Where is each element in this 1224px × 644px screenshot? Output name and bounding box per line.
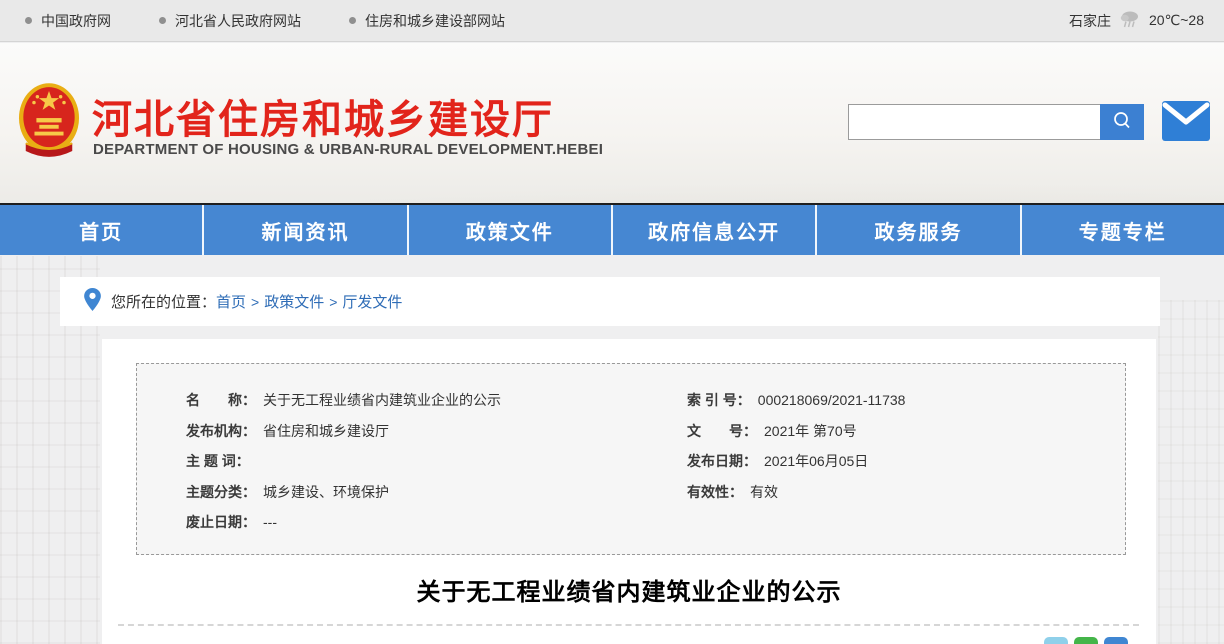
meta-value: 000218069/2021-11738 (758, 392, 906, 408)
document-card: 名 称： 关于无工程业绩省内建筑业企业的公示 发布机构： 省住房和城乡建设厅 主… (102, 339, 1156, 644)
topbar: 中国政府网 河北省人民政府网站 住房和城乡建设部网站 石家庄 (0, 0, 1224, 42)
document-meta-box: 名 称： 关于无工程业绩省内建筑业企业的公示 发布机构： 省住房和城乡建设厅 主… (136, 363, 1126, 555)
mail-icon (1162, 128, 1210, 145)
meta-column-right: 索 引 号： 000218069/2021-11738 文 号： 2021年 第… (687, 385, 905, 507)
wechat-icon[interactable] (1074, 637, 1098, 644)
weather-icon (1119, 9, 1141, 32)
meta-value: 2021年06月05日 (764, 451, 868, 471)
dashed-divider (118, 624, 1139, 626)
breadcrumb-link-home[interactable]: 首页 (216, 291, 246, 312)
topbar-links: 中国政府网 河北省人民政府网站 住房和城乡建设部网站 (0, 11, 505, 31)
link-mohurd[interactable]: 住房和城乡建设部网站 (349, 11, 505, 31)
link-hebei-gov[interactable]: 河北省人民政府网站 (159, 11, 301, 31)
nav-item-special[interactable]: 专题专栏 (1022, 205, 1224, 255)
breadcrumb: 您所在的位置： 首页 > 政策文件 > 厅发文件 (60, 277, 1160, 326)
meta-value: 有效 (750, 482, 778, 502)
meta-row-validity: 有效性： 有效 (687, 477, 905, 508)
meta-label: 文 号： (687, 421, 757, 441)
search-input[interactable] (848, 104, 1100, 140)
meta-row-repeal-date: 废止日期： --- (186, 507, 501, 538)
meta-value: 省住房和城乡建设厅 (263, 421, 389, 441)
meta-row-index-number: 索 引 号： 000218069/2021-11738 (687, 385, 905, 416)
search-icon (1111, 110, 1133, 135)
meta-row-keywords: 主 题 词： (186, 446, 501, 477)
meta-column-left: 名 称： 关于无工程业绩省内建筑业企业的公示 发布机构： 省住房和城乡建设厅 主… (186, 385, 501, 538)
search-button[interactable] (1100, 104, 1144, 140)
breadcrumb-separator: > (251, 294, 259, 310)
page: 中国政府网 河北省人民政府网站 住房和城乡建设部网站 石家庄 (0, 0, 1224, 644)
site-title: 河北省住房和城乡建设厅 (92, 87, 554, 145)
breadcrumb-link-policy[interactable]: 政策文件 (264, 291, 324, 312)
link-label: 中国政府网 (41, 11, 111, 31)
site-subtitle: DEPARTMENT OF HOUSING & URBAN-RURAL DEVE… (93, 141, 603, 158)
link-label: 河北省人民政府网站 (175, 11, 301, 31)
breadcrumb-link-dept-docs[interactable]: 厅发文件 (342, 291, 402, 312)
meta-value: 关于无工程业绩省内建筑业企业的公示 (263, 390, 501, 410)
meta-row-publish-date: 发布日期： 2021年06月05日 (687, 446, 905, 477)
breadcrumb-prefix: 您所在的位置： (111, 291, 216, 312)
meta-row-doc-number: 文 号： 2021年 第70号 (687, 416, 905, 447)
meta-label: 有效性： (687, 482, 743, 502)
weather-city: 石家庄 (1069, 11, 1111, 31)
meta-label: 索 引 号： (687, 390, 751, 410)
nav-item-home[interactable]: 首页 (0, 205, 204, 255)
national-emblem-icon (18, 81, 80, 164)
meta-value: 城乡建设、环境保护 (263, 482, 389, 502)
article-title: 关于无工程业绩省内建筑业企业的公示 (102, 572, 1156, 607)
weather-widget: 石家庄 20℃~28 (1069, 9, 1224, 32)
meta-label: 发布日期： (687, 451, 757, 471)
link-label: 住房和城乡建设部网站 (365, 11, 505, 31)
meta-label: 主题分类： (186, 482, 256, 502)
nav-item-gov-info[interactable]: 政府信息公开 (613, 205, 817, 255)
meta-label: 名 称： (186, 390, 256, 410)
right-watermark (1158, 300, 1224, 644)
meta-label: 主 题 词： (186, 451, 250, 471)
location-pin-icon (84, 288, 101, 316)
qq-icon[interactable] (1104, 637, 1128, 644)
bullet-icon (159, 17, 166, 24)
meta-row-issuer: 发布机构： 省住房和城乡建设厅 (186, 416, 501, 447)
meta-label: 废止日期： (186, 512, 256, 532)
main-nav: 首页 新闻资讯 政策文件 政府信息公开 政务服务 专题专栏 (0, 203, 1224, 255)
meta-label: 发布机构： (186, 421, 256, 441)
meta-value: 2021年 第70号 (764, 421, 857, 441)
meta-row-category: 主题分类： 城乡建设、环境保护 (186, 477, 501, 508)
nav-item-services[interactable]: 政务服务 (817, 205, 1021, 255)
link-china-gov[interactable]: 中国政府网 (25, 11, 111, 31)
bullet-icon (349, 17, 356, 24)
weather-temp: 20℃~28 (1149, 12, 1204, 29)
nav-item-policy[interactable]: 政策文件 (409, 205, 613, 255)
meta-value: --- (263, 514, 277, 530)
breadcrumb-separator: > (329, 294, 337, 310)
header: 河北省住房和城乡建设厅 DEPARTMENT OF HOUSING & URBA… (0, 43, 1224, 205)
share-bar (1044, 637, 1128, 644)
nav-item-news[interactable]: 新闻资讯 (204, 205, 408, 255)
bullet-icon (25, 17, 32, 24)
weibo-icon[interactable] (1044, 637, 1068, 644)
meta-row-name: 名 称： 关于无工程业绩省内建筑业企业的公示 (186, 385, 501, 416)
mail-button[interactable] (1162, 101, 1210, 141)
